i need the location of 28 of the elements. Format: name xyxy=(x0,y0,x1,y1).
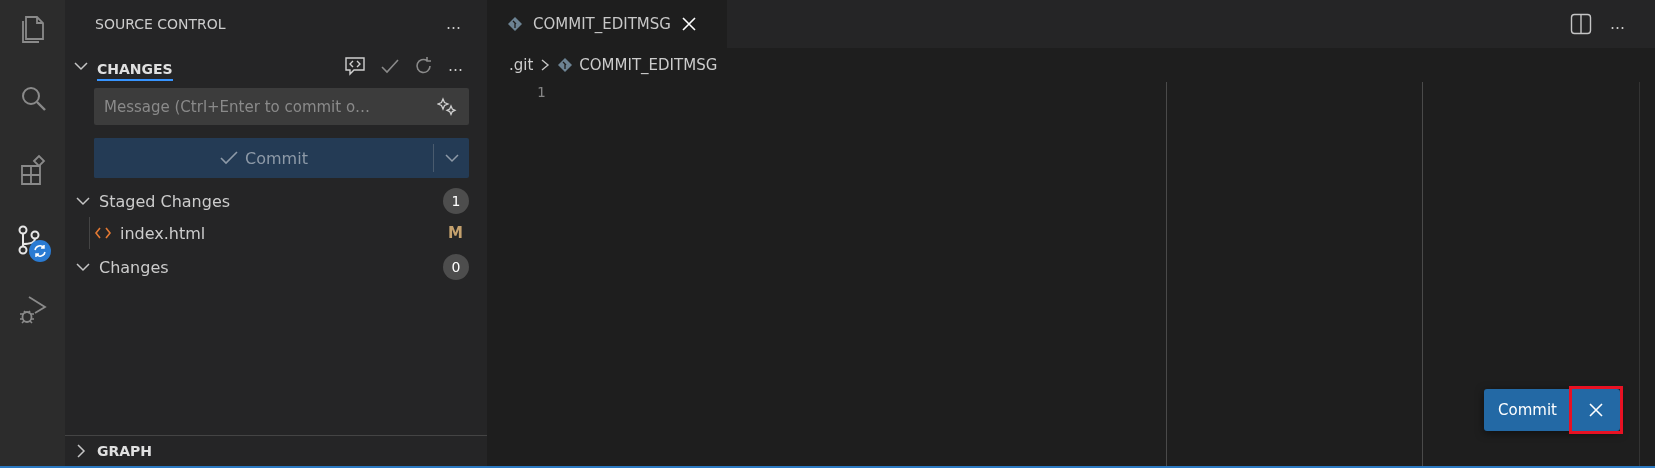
file-status: M xyxy=(448,224,464,242)
chat-code-icon[interactable] xyxy=(344,56,366,76)
group-label[interactable]: Staged Changes xyxy=(99,191,435,211)
file-name[interactable]: index.html xyxy=(120,223,441,243)
breadcrumb-item[interactable]: COMMIT_EDITMSG xyxy=(579,56,718,74)
section-title[interactable]: CHANGES xyxy=(97,55,173,81)
sidebar-title: SOURCE CONTROL xyxy=(95,16,226,32)
git-file-icon xyxy=(557,57,574,73)
close-button[interactable] xyxy=(1572,389,1620,431)
split-editor-icon[interactable] xyxy=(1570,13,1592,35)
refresh-icon[interactable] xyxy=(414,56,434,76)
editor-tab[interactable]: COMMIT_EDITMSG xyxy=(487,0,727,48)
count-badge: 0 xyxy=(443,254,469,280)
group-label[interactable]: Changes xyxy=(99,257,435,277)
more-actions-button[interactable]: … xyxy=(1610,15,1625,33)
message-field[interactable]: Message (Ctrl+Enter to commit o… xyxy=(94,88,469,125)
close-icon[interactable] xyxy=(680,16,697,32)
more-actions-button[interactable]: … xyxy=(448,57,463,75)
sparkle-icon[interactable] xyxy=(437,97,457,117)
code-file-icon xyxy=(94,225,112,241)
count-badge: 1 xyxy=(443,188,469,214)
breadcrumb-item[interactable]: .git xyxy=(509,56,534,74)
more-actions-button[interactable]: … xyxy=(446,15,461,33)
line-number: 1 xyxy=(537,84,547,100)
close-icon xyxy=(1588,402,1604,418)
section-title[interactable]: GRAPH xyxy=(97,443,153,459)
git-file-icon xyxy=(507,16,523,32)
checkmark-icon xyxy=(219,149,240,167)
